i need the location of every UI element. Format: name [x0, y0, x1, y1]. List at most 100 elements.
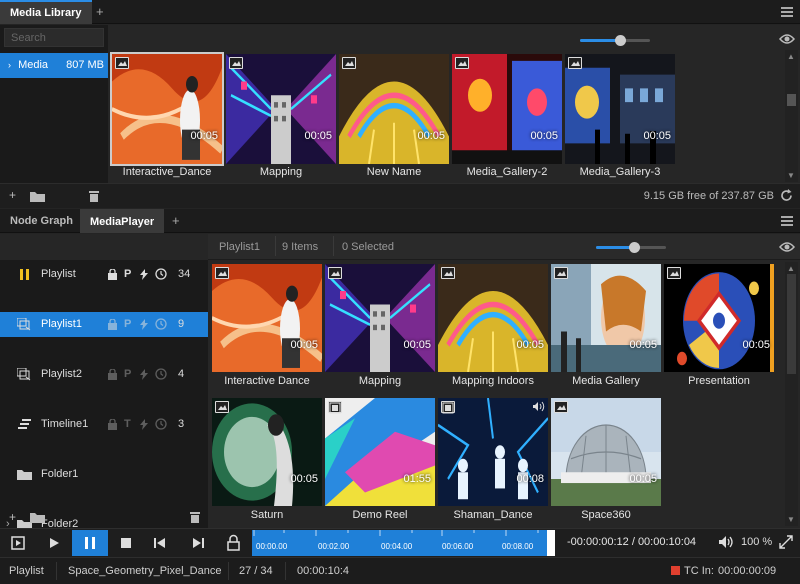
ruler-tick-label: 00:08.00: [502, 542, 534, 551]
playlist-thumbnail[interactable]: 00:05 Mapping Indoors: [438, 264, 548, 392]
media-thumbnail[interactable]: 00:05 Media_Gallery-2: [452, 54, 562, 182]
thumbnail-label: Media_Gallery-3: [579, 166, 661, 178]
next-button[interactable]: [184, 530, 212, 556]
expand-icon[interactable]: [779, 535, 793, 549]
add-icon[interactable]: +: [9, 510, 16, 524]
playlist-thumbnail[interactable]: 00:05 Saturn: [212, 398, 322, 526]
sidebar-header: [0, 234, 208, 260]
selected-count: 0 Selected: [342, 241, 394, 253]
tab-node-graph[interactable]: Node Graph: [0, 209, 83, 233]
playlist-thumbnail[interactable]: 00:08 Shaman_Dance: [438, 398, 548, 526]
trash-icon[interactable]: [189, 510, 201, 523]
thumbnail-label: Saturn: [250, 509, 284, 521]
add-tab-button[interactable]: +: [96, 0, 104, 24]
previous-button[interactable]: [146, 530, 174, 556]
folder-icon[interactable]: [30, 190, 45, 202]
folder-icon: [17, 469, 32, 480]
status-duration: 00:00:10:4: [297, 565, 349, 577]
tree-item-size: 807 MB: [66, 59, 104, 71]
playlist-scrollbar[interactable]: ▲ ▼: [785, 262, 798, 526]
thumbnail-image: [664, 264, 774, 372]
ruler-tick-label: 00:06.00: [442, 542, 474, 551]
library-scrollbar[interactable]: ▲ ▼: [785, 50, 798, 182]
thumb-size-slider[interactable]: [596, 242, 666, 253]
thumbnail-label: Interactive Dance: [224, 375, 310, 387]
thumbnail-duration: 00:05: [530, 130, 558, 142]
tab-media-library[interactable]: Media Library: [0, 0, 92, 24]
timecode-display: -00:00:00:12 / 00:00:10:04: [567, 536, 697, 548]
clock-icon: [155, 368, 167, 380]
bolt-icon: [140, 319, 148, 330]
thumbnail-duration: 00:05: [629, 473, 657, 485]
playlist-item[interactable]: Folder1: [0, 462, 208, 487]
media-thumbnail[interactable]: 00:05 Interactive_Dance: [110, 52, 224, 182]
ruler-tick-label: 00:02.00: [318, 542, 350, 551]
pause-button[interactable]: [72, 530, 108, 556]
playlist-thumbnail[interactable]: 00:05 Interactive Dance: [212, 264, 322, 392]
timeline-ruler[interactable]: 00:00.00 00:02.00 00:04.00 00:06.00 00:0…: [252, 530, 555, 556]
search-input[interactable]: Search: [4, 28, 104, 47]
refresh-icon[interactable]: [780, 189, 793, 202]
chevron-right-icon: ›: [8, 60, 11, 70]
play-from-start-button[interactable]: [4, 530, 32, 556]
playlist-thumbnail[interactable]: 00:05 Mapping: [325, 264, 435, 392]
thumbnail-label: Demo Reel: [352, 509, 408, 521]
tc-in-value: 00:00:00:09: [718, 565, 777, 577]
image-type-icon: [554, 401, 568, 413]
item-count: 9 Items: [282, 241, 319, 253]
trash-icon[interactable]: [88, 189, 100, 202]
play-button[interactable]: [40, 530, 68, 556]
playlist-thumbnail[interactable]: 00:05 Media Gallery: [551, 264, 661, 392]
playlist-item[interactable]: Playlist2 P 4: [0, 362, 208, 387]
lock-icon: [108, 319, 117, 330]
thumbnail-label: Interactive_Dance: [122, 166, 212, 178]
thumbnail-duration: 00:05: [516, 339, 544, 351]
image-type-icon: [455, 57, 469, 69]
bolt-icon: [140, 269, 148, 280]
lock-icon[interactable]: [220, 530, 248, 556]
library-footer: + 9.15 GB free of 237.87 GB: [0, 183, 800, 208]
thumb-size-slider[interactable]: [580, 35, 650, 46]
media-thumbnail[interactable]: 00:05 Media_Gallery-3: [565, 54, 675, 182]
playlist-count: 9: [178, 318, 185, 330]
thumbnail-image: [325, 264, 435, 372]
add-icon[interactable]: +: [9, 188, 16, 202]
image-type-icon: [215, 267, 229, 279]
tab-mediaplayer[interactable]: MediaPlayer: [80, 209, 165, 233]
eye-icon[interactable]: [779, 241, 795, 253]
video-type-icon: [328, 401, 342, 414]
panel-menu-icon[interactable]: [781, 7, 793, 17]
thumbnail-label: New Name: [366, 166, 422, 178]
add-tab-button[interactable]: +: [172, 209, 180, 233]
playlist-thumbnail[interactable]: 01:55 Demo Reel: [325, 398, 435, 526]
clock-icon: [155, 318, 167, 330]
playlist-thumbnail[interactable]: 00:05 Space360: [551, 398, 661, 526]
tree-item-media[interactable]: › Media 807 MB: [0, 53, 108, 78]
player-tab-bar: Node Graph MediaPlayer +: [0, 209, 800, 233]
audio-icon: [533, 401, 545, 412]
thumbnail-image: [452, 54, 562, 164]
stop-button[interactable]: [112, 530, 140, 556]
image-type-icon: [115, 57, 129, 69]
playlist-flag: P: [124, 368, 132, 380]
thumbnail-duration: 00:05: [643, 130, 671, 142]
media-thumbnail[interactable]: 00:05 Mapping: [226, 54, 336, 182]
playhead-handle[interactable]: [547, 530, 555, 556]
thumbnail-duration: 00:05: [403, 339, 431, 351]
thumbnail-duration: 00:05: [190, 130, 218, 142]
thumbnail-image: [551, 264, 661, 372]
thumbnail-duration: 00:05: [290, 473, 318, 485]
panel-menu-icon[interactable]: [781, 216, 793, 226]
bolt-icon: [140, 419, 148, 430]
library-tab-bar: Media Library +: [0, 0, 800, 24]
playlist-item[interactable]: Playlist1 P 9: [0, 312, 208, 337]
eye-icon[interactable]: [779, 33, 795, 45]
playlist-item[interactable]: Timeline1 T 3: [0, 412, 208, 437]
playlist-thumbnail[interactable]: 00:05 Presentation: [664, 264, 774, 392]
playlist-label: Playlist2: [41, 368, 82, 380]
folder-icon[interactable]: [30, 511, 45, 523]
volume-icon[interactable]: [718, 535, 733, 549]
media-thumbnail[interactable]: 00:05 New Name: [339, 54, 449, 182]
playlist-item[interactable]: Playlist P 34: [0, 262, 208, 287]
playlist-label: Playlist: [41, 268, 76, 280]
